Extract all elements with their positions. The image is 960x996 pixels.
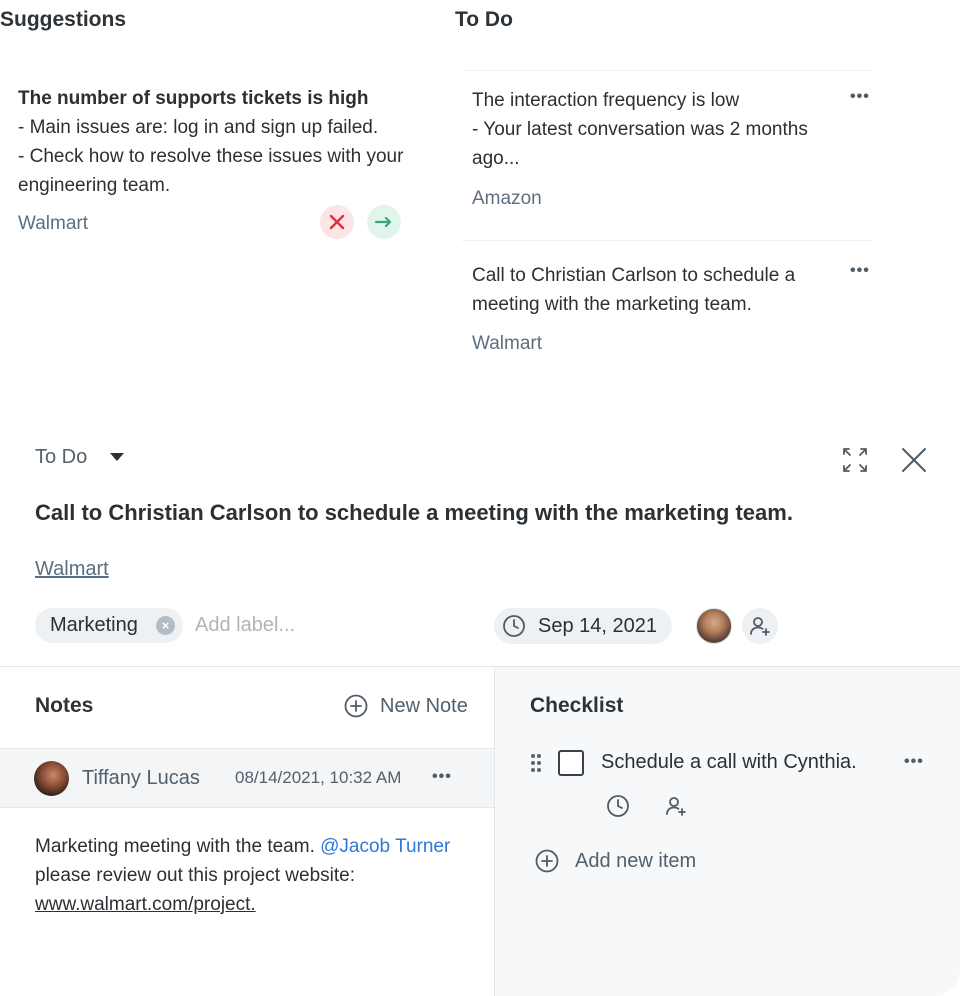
clock-icon [503, 615, 525, 637]
avatar [34, 761, 69, 796]
add-item-label: Add new item [575, 849, 697, 872]
arrow-right-icon [375, 216, 392, 228]
todo-card-line: Call to Christian Carlson to schedule a … [472, 265, 796, 315]
task-company-link[interactable]: Walmart [35, 558, 109, 581]
todo-card-line: - Your latest conversation was 2 months … [472, 119, 808, 169]
task-title[interactable]: Call to Christian Carlson to schedule a … [35, 500, 793, 526]
note-link[interactable]: www.walmart.com/project. [35, 894, 256, 915]
more-icon[interactable]: ••• [850, 262, 870, 280]
suggestions-column-title: Suggestions [0, 8, 127, 31]
close-icon[interactable] [900, 446, 928, 479]
checklist-title: Checklist [530, 694, 624, 717]
remove-icon[interactable]: × [156, 616, 175, 635]
note-text: Marketing meeting with the team. [35, 836, 315, 857]
clock-icon[interactable] [606, 794, 630, 823]
assignee-avatar[interactable] [696, 608, 732, 644]
label-chip[interactable]: Marketing × [35, 608, 183, 643]
due-date-text: Sep 14, 2021 [538, 614, 657, 637]
checklist-checkbox[interactable] [558, 750, 584, 776]
todo-card-company[interactable]: Walmart [472, 333, 542, 355]
card-divider [462, 70, 872, 71]
label-chip-text: Marketing [50, 614, 138, 636]
suggestion-heading: The number of supports tickets is high [18, 88, 369, 109]
accept-suggestion-button[interactable] [367, 205, 401, 239]
due-date-chip[interactable]: Sep 14, 2021 [494, 608, 672, 644]
new-note-label: New Note [380, 694, 468, 717]
more-icon[interactable]: ••• [904, 753, 924, 771]
note-mention[interactable]: @Jacob Turner [320, 836, 450, 857]
add-person-icon [750, 617, 770, 636]
note-text: please review out this project website: [35, 865, 355, 886]
dismiss-suggestion-button[interactable] [320, 205, 354, 239]
note-author: Tiffany Lucas [82, 767, 200, 789]
todo-column-title: To Do [455, 8, 513, 31]
add-checklist-item-button[interactable]: Add new item [535, 849, 696, 873]
todo-card[interactable]: Call to Christian Carlson to schedule a … [472, 261, 842, 319]
expand-icon[interactable] [841, 446, 869, 479]
suggestion-card[interactable]: The number of supports tickets is high -… [18, 84, 418, 200]
card-divider [462, 240, 872, 241]
new-note-button[interactable]: New Note [344, 694, 468, 718]
suggestion-line: - Main issues are: log in and sign up fa… [18, 117, 379, 138]
add-label-input[interactable]: Add label... [195, 614, 295, 637]
notes-title: Notes [35, 694, 94, 717]
status-dropdown[interactable]: To Do [35, 446, 87, 469]
x-icon [329, 214, 345, 230]
todo-card-line: The interaction frequency is low [472, 90, 740, 111]
more-icon[interactable]: ••• [850, 88, 870, 106]
plus-circle-icon [535, 849, 559, 873]
add-assignee-button[interactable] [742, 608, 778, 644]
suggestion-line: - Check how to resolve these issues with… [18, 146, 404, 196]
todo-card-company[interactable]: Amazon [472, 188, 542, 210]
drag-handle-icon[interactable] [530, 753, 542, 778]
note-body[interactable]: Marketing meeting with the team. @Jacob … [35, 832, 475, 919]
todo-card[interactable]: The interaction frequency is low - Your … [472, 86, 852, 173]
more-icon[interactable]: ••• [432, 768, 452, 786]
note-timestamp: 08/14/2021, 10:32 AM [235, 768, 402, 787]
checklist-item-text[interactable]: Schedule a call with Cynthia. [601, 751, 857, 774]
suggestion-company[interactable]: Walmart [18, 213, 88, 235]
add-person-icon[interactable] [664, 794, 688, 823]
caret-down-icon[interactable] [110, 453, 124, 461]
plus-circle-icon [344, 694, 368, 718]
